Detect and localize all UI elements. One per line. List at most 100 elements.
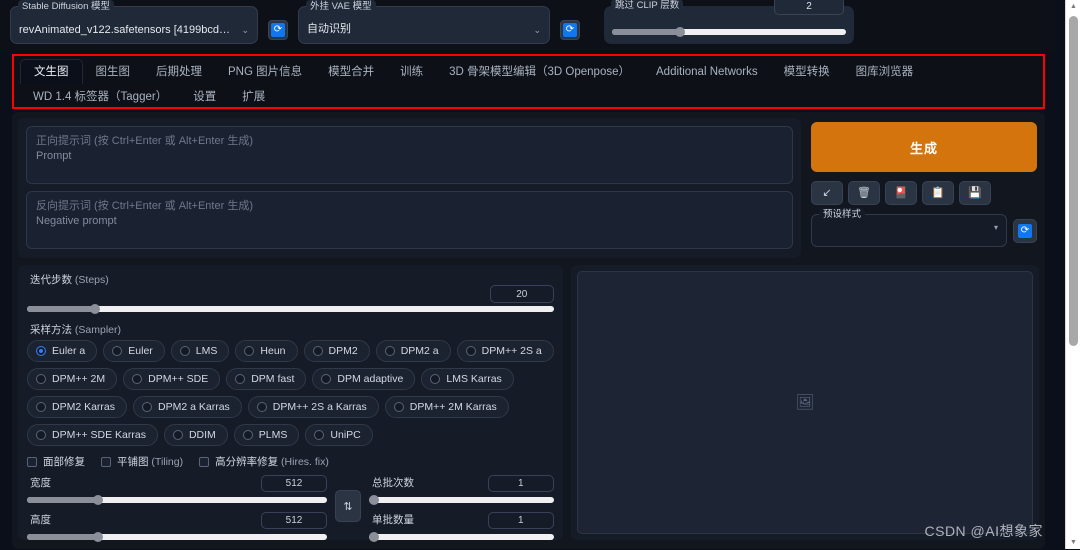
page-scrollbar[interactable]: ▲ ▼ [1065, 0, 1080, 549]
clip-skip-slider[interactable] [612, 27, 846, 37]
tab-settings[interactable]: 设置 [180, 85, 229, 109]
negative-prompt-placeholder-cn: 反向提示词 (按 Ctrl+Enter 或 Alt+Enter 生成) [36, 200, 253, 212]
sampler-option-label: DPM++ SDE [148, 373, 209, 385]
sampler-option-dpmpp-2m-karras[interactable]: DPM++ 2M Karras [384, 396, 509, 418]
sampler-option-dpm2-a[interactable]: DPM2 a [375, 340, 451, 362]
sampler-option-label: DPM++ 2S a [481, 345, 542, 357]
tab-img2img[interactable]: 图生图 [83, 60, 144, 84]
checkbox-icon [199, 456, 210, 467]
steps-label: 迭代步数 (Steps) [27, 273, 112, 287]
save-icon[interactable]: 💾 [959, 181, 991, 205]
sampler-option-unipc[interactable]: UniPC [305, 424, 373, 446]
sampler-option-heun[interactable]: Heun [235, 340, 298, 362]
radio-dot-icon [314, 430, 325, 440]
width-slider[interactable] [27, 495, 327, 505]
sd-model-selector[interactable]: Stable Diffusion 模型 revAnimated_v122.saf… [10, 0, 258, 44]
sampler-option-dpmpp-sde-karras[interactable]: DPM++ SDE Karras [27, 424, 158, 446]
sampler-option-dpmpp-2s-a-karras[interactable]: DPM++ 2S a Karras [247, 396, 379, 418]
generate-button[interactable]: 生成 [811, 122, 1037, 172]
height-control: 高度 512 [27, 512, 327, 550]
sampler-option-dpm2-karras[interactable]: DPM2 Karras [27, 396, 128, 418]
batch-size-slider[interactable] [369, 532, 554, 542]
vae-model-selector[interactable]: 外挂 VAE 模型 自动识别 ⌄ [298, 0, 550, 44]
sampler-option-dpm-fast[interactable]: DPM fast [226, 368, 307, 390]
image-placeholder-icon: 🖼 [795, 394, 815, 411]
tab-png-info[interactable]: PNG 图片信息 [215, 60, 315, 84]
radio-dot-icon [36, 374, 46, 384]
feature-checkbox-row: 面部修复 平铺图 (Tiling) 高分辨率修复 (Hires. fix) [27, 454, 554, 469]
sampler-option-label: DPM fast [251, 373, 295, 385]
clip-skip-value[interactable]: 2 [774, 0, 844, 15]
sampler-option-euler-a[interactable]: Euler a [27, 340, 98, 362]
sampler-option-ddim[interactable]: DDIM [163, 424, 228, 446]
sampler-row-4: DPM++ SDE Karras DDIM PLMS UniPC [27, 424, 554, 446]
sampler-option-dpmpp-2m[interactable]: DPM++ 2M [27, 368, 118, 390]
swap-dimensions-button[interactable]: ⇅ [335, 490, 361, 522]
tab-tagger[interactable]: WD 1.4 标签器（Tagger） [20, 85, 180, 109]
radio-dot-icon [132, 374, 143, 384]
radio-dot-icon [36, 402, 46, 412]
steps-value[interactable]: 20 [489, 285, 554, 303]
trash-icon[interactable]: 🗑 [848, 181, 880, 205]
preset-style-select[interactable]: 预设样式 ▾ [811, 208, 1007, 247]
tab-model-converter[interactable]: 模型转换 [771, 60, 843, 84]
refresh-icon: ⟳ [563, 23, 577, 37]
sampler-option-label: DPM++ 2S a Karras [272, 401, 367, 413]
prompt-tools-row: ↙ 🗑 🎴 📋 💾 [811, 181, 1037, 205]
positive-prompt-input[interactable]: 正向提示词 (按 Ctrl+Enter 或 Alt+Enter 生成) Prom… [26, 126, 793, 184]
sampler-option-dpm2-a-karras[interactable]: DPM2 a Karras [133, 396, 242, 418]
batch-size-value[interactable]: 1 [487, 512, 554, 529]
sampler-option-label: DPM2 a Karras [158, 401, 230, 413]
arrow-down-left-icon[interactable]: ↙ [811, 181, 843, 205]
tab-checkpoint-merger[interactable]: 模型合并 [315, 60, 387, 84]
sampler-option-lms-karras[interactable]: LMS Karras [421, 368, 514, 390]
sd-model-refresh-button[interactable]: ⟳ [268, 20, 288, 40]
sampler-option-euler[interactable]: Euler [103, 340, 165, 362]
negative-prompt-input[interactable]: 反向提示词 (按 Ctrl+Enter 或 Alt+Enter 生成) Nega… [26, 191, 793, 249]
refresh-icon: ⟳ [271, 23, 285, 37]
checkbox-tiling[interactable]: 平铺图 (Tiling) [101, 454, 183, 469]
sampler-option-label: DPM2 Karras [52, 401, 116, 413]
checkbox-label: 平铺图 (Tiling) [117, 456, 184, 468]
preset-style-refresh-button[interactable]: ⟳ [1013, 218, 1037, 243]
sampler-option-plms[interactable]: PLMS [233, 424, 300, 446]
checkbox-restore-faces[interactable]: 面部修复 [27, 454, 85, 469]
steps-slider[interactable] [27, 304, 554, 314]
batch-count-value[interactable]: 1 [487, 475, 554, 492]
sampler-option-dpmpp-2s-a[interactable]: DPM++ 2S a [456, 340, 554, 362]
radio-dot-icon [321, 374, 332, 384]
tab-additional-networks[interactable]: Additional Networks [643, 60, 771, 84]
tab-extensions[interactable]: 扩展 [229, 85, 278, 109]
sampler-option-dpm2[interactable]: DPM2 [303, 340, 370, 362]
width-value[interactable]: 512 [261, 475, 327, 492]
scroll-up-arrow-icon[interactable]: ▲ [1066, 0, 1080, 13]
positive-prompt-placeholder-cn: 正向提示词 (按 Ctrl+Enter 或 Alt+Enter 生成) [36, 135, 253, 147]
clipboard-icon[interactable]: 📋 [922, 181, 954, 205]
tab-3d-openpose[interactable]: 3D 骨架模型编辑（3D Openpose） [436, 60, 643, 84]
clip-skip-slider-group[interactable]: 跳过 CLIP 层数 2 [604, 0, 854, 44]
sampler-option-label: DPM2 a [400, 345, 439, 357]
sampler-option-dpmpp-sde[interactable]: DPM++ SDE [123, 368, 221, 390]
tab-train[interactable]: 训练 [387, 60, 436, 84]
tab-image-browser[interactable]: 图库浏览器 [843, 60, 927, 84]
settings-column: 迭代步数 (Steps) 20 采样方法 (Sampler) Euler a E… [18, 265, 563, 542]
scrollbar-thumb[interactable] [1069, 16, 1078, 346]
sampler-option-lms[interactable]: LMS [170, 340, 230, 362]
checkbox-hires-fix[interactable]: 高分辨率修复 (Hires. fix) [199, 454, 329, 469]
vae-model-refresh-button[interactable]: ⟳ [560, 20, 580, 40]
height-slider[interactable] [27, 532, 327, 542]
batch-count-slider[interactable] [369, 495, 554, 505]
tab-extras[interactable]: 后期处理 [143, 60, 215, 84]
sampler-option-label: DPM++ 2M [52, 373, 106, 385]
prompt-column: 正向提示词 (按 Ctrl+Enter 或 Alt+Enter 生成) Prom… [18, 118, 801, 258]
settings-and-preview-row: 迭代步数 (Steps) 20 采样方法 (Sampler) Euler a E… [18, 265, 1039, 542]
height-value[interactable]: 512 [261, 512, 327, 529]
cards-icon[interactable]: 🎴 [885, 181, 917, 205]
scroll-down-arrow-icon[interactable]: ▼ [1066, 536, 1080, 549]
batch-count-control: 总批次数 1 [369, 475, 554, 513]
image-preview-area[interactable]: 🖼 [576, 271, 1033, 534]
height-label: 高度 [27, 513, 54, 527]
sampler-group: 采样方法 (Sampler) Euler a Euler LMS Heun DP… [27, 323, 554, 446]
tab-txt2img[interactable]: 文生图 [20, 59, 83, 84]
sampler-option-dpm-adaptive[interactable]: DPM adaptive [312, 368, 416, 390]
